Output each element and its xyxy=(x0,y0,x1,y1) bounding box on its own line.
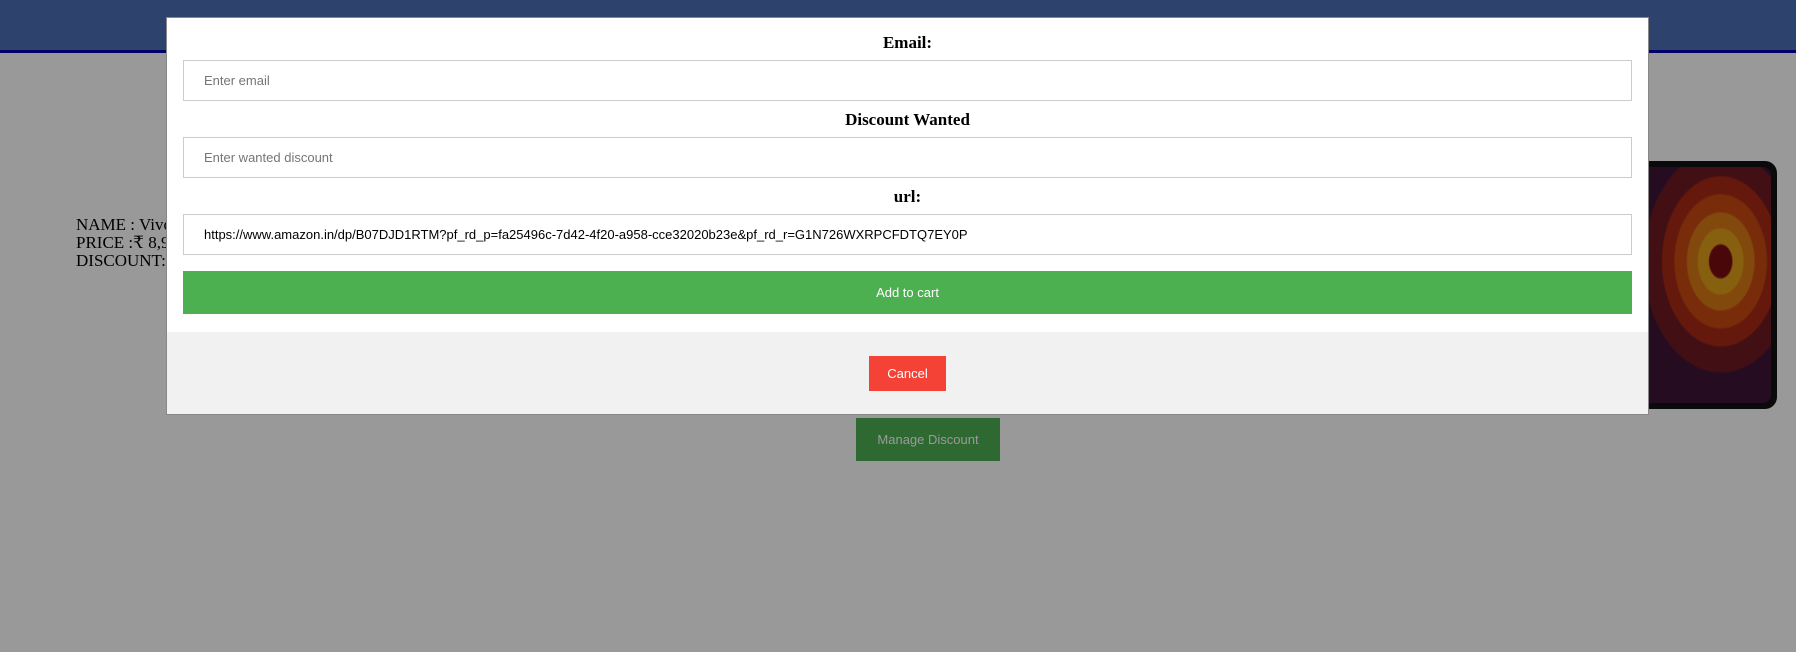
discount-label: Discount Wanted xyxy=(845,110,970,129)
discount-field[interactable] xyxy=(183,137,1632,178)
add-to-cart-button[interactable]: Add to cart xyxy=(183,271,1632,314)
email-label: Email: xyxy=(882,33,933,52)
discount-modal: Email: Discount Wanted url: Add to cart … xyxy=(166,17,1649,415)
url-label: url: xyxy=(893,187,922,206)
page: NAME : Vivo PRICE :₹ 8,9 DISCOUNT: Manag… xyxy=(0,0,1796,652)
modal-body: Email: Discount Wanted url: Add to cart xyxy=(167,34,1648,314)
cancel-button[interactable]: Cancel xyxy=(869,356,946,391)
modal-footer: Cancel xyxy=(167,332,1648,414)
url-field[interactable] xyxy=(183,214,1632,255)
email-field[interactable] xyxy=(183,60,1632,101)
